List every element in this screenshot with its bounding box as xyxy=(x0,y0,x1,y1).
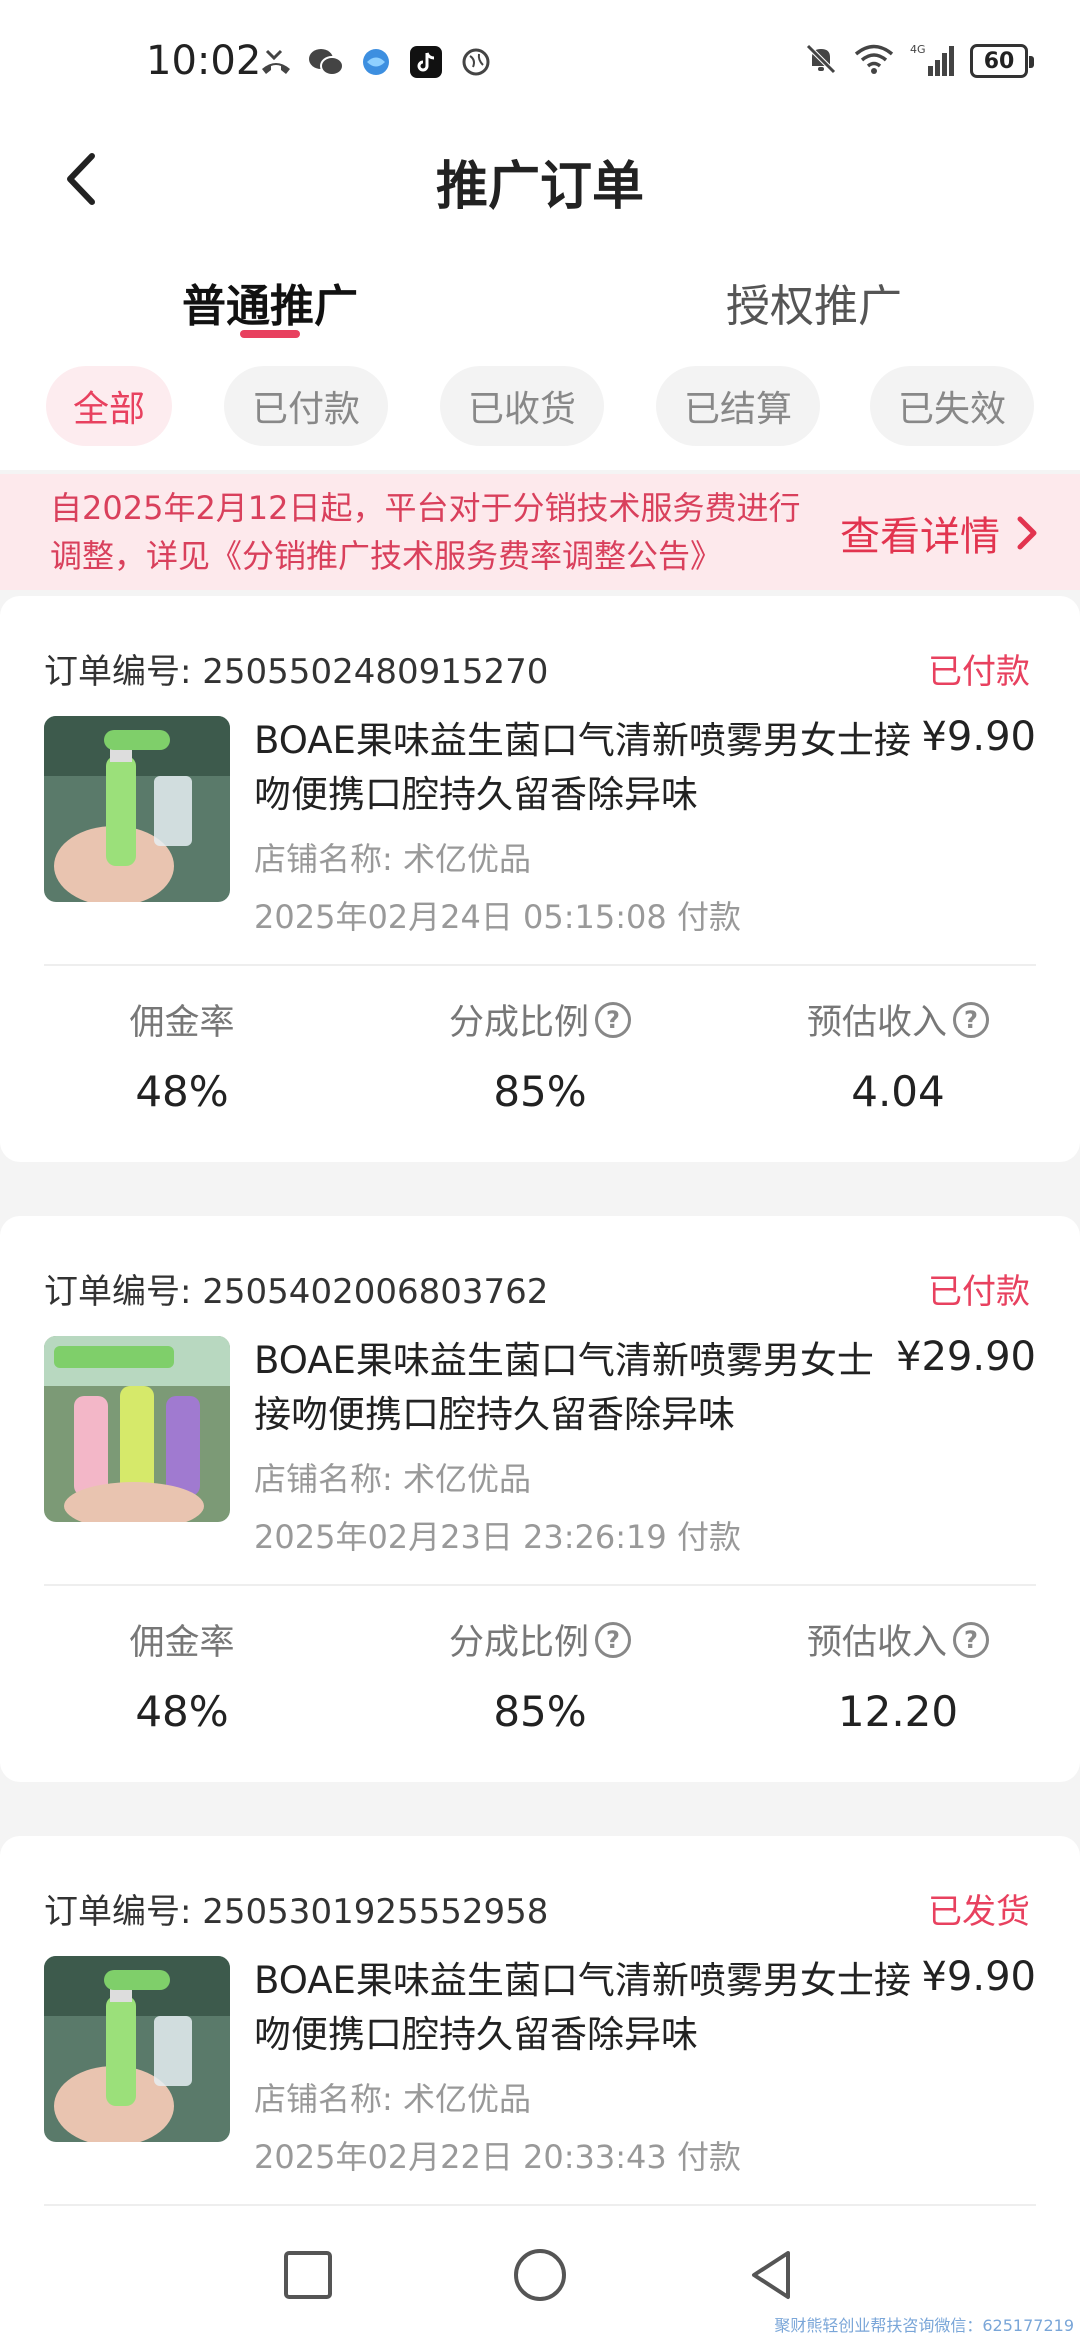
battery-icon: 60 xyxy=(970,44,1034,78)
mute-bell-icon xyxy=(804,42,838,80)
missed-call-icon xyxy=(258,44,294,80)
status-system-icons: 4G 60 xyxy=(804,42,1034,80)
svg-text:4G: 4G xyxy=(910,43,926,56)
help-icon[interactable]: ? xyxy=(953,1621,989,1658)
status-filter-bar: 全部 已付款 已收货 已结算 已失效 xyxy=(0,350,1080,470)
shop-name: 店铺名称: 术亿优品 xyxy=(254,2080,531,2118)
payment-time: 2025年02月24日 05:15:08 付款 xyxy=(254,898,741,936)
order-number: 订单编号: 2505502480915270 xyxy=(44,652,549,692)
view-details-link[interactable]: 查看详情 xyxy=(840,504,1040,562)
globe-icon xyxy=(458,44,494,80)
signal-icon: 4G xyxy=(910,42,954,80)
product-image[interactable] xyxy=(44,716,230,902)
filter-paid[interactable]: 已付款 xyxy=(224,366,388,446)
notice-line-2: 调整，详见《分销推广技术服务费率调整公告》 xyxy=(50,537,723,575)
notice-line-1: 自2025年2月12日起，平台对于分销技术服务费进行 xyxy=(50,489,801,527)
help-icon[interactable]: ? xyxy=(595,1621,631,1658)
filter-settled[interactable]: 已结算 xyxy=(656,366,820,446)
product-image[interactable] xyxy=(44,1336,230,1522)
order-status: 已付款 xyxy=(928,1272,1030,1312)
shop-name: 店铺名称: 术亿优品 xyxy=(254,1460,531,1498)
divider xyxy=(44,964,1036,966)
divider xyxy=(44,2204,1036,2206)
order-status: 已付款 xyxy=(928,652,1030,692)
product-price: ¥29.90 xyxy=(896,1334,1036,1380)
system-navigation-bar: 聚财熊轻创业帮扶咨询微信：625177219 xyxy=(0,2215,1080,2340)
top-bar: 推广订单 xyxy=(0,120,1080,240)
product-price: ¥9.90 xyxy=(921,714,1036,760)
status-bar: 10:02 4G 60 xyxy=(0,0,1080,120)
triangle-back-icon xyxy=(752,2251,790,2299)
wifi-icon xyxy=(854,43,894,79)
browser-icon xyxy=(358,44,394,80)
order-card[interactable]: 订单编号: 2505502480915270 已付款 BOAE果味益生菌口气清新… xyxy=(0,596,1080,1162)
order-card[interactable]: 订单编号: 2505301925552958 已发货 BOAE果味益生菌口气清新… xyxy=(0,1836,1080,2256)
view-details-label: 查看详情 xyxy=(840,514,1000,560)
order-number: 订单编号: 2505402006803762 xyxy=(44,1272,549,1312)
home-button[interactable] xyxy=(510,2245,570,2305)
commission-rate: 佣金率 48% xyxy=(129,1003,235,1116)
order-card[interactable]: 订单编号: 2505402006803762 已付款 BOAE果味益生菌口气清新… xyxy=(0,1216,1080,1782)
status-time: 10:02 xyxy=(146,38,262,84)
active-tab-indicator xyxy=(240,330,300,338)
help-icon[interactable]: ? xyxy=(953,1001,989,1038)
divider xyxy=(44,1584,1036,1586)
status-notification-icons xyxy=(258,44,494,80)
page-title: 推广订单 xyxy=(435,157,644,217)
tab-normal-promotion[interactable]: 普通推广 xyxy=(182,270,358,334)
estimated-income: 预估收入? 12.20 xyxy=(748,1614,1048,1736)
product-name[interactable]: BOAE果味益生菌口气清新喷雾男女士 接吻便携口腔持久留香除异味 xyxy=(254,1334,874,1442)
payment-time: 2025年02月22日 20:33:43 付款 xyxy=(254,2138,741,2176)
filter-received[interactable]: 已收货 xyxy=(440,366,604,446)
filter-all[interactable]: 全部 xyxy=(46,366,172,446)
filter-invalid[interactable]: 已失效 xyxy=(870,366,1034,446)
shop-name: 店铺名称: 术亿优品 xyxy=(254,840,531,878)
circle-icon xyxy=(514,2249,566,2301)
payment-time: 2025年02月23日 23:26:19 付款 xyxy=(254,1518,741,1556)
notice-text: 自2025年2月12日起，平台对于分销技术服务费进行 调整，详见《分销推广技术服… xyxy=(50,484,810,580)
order-number: 订单编号: 2505301925552958 xyxy=(44,1892,549,1932)
watermark: 聚财熊轻创业帮扶咨询微信：625177219 xyxy=(774,2316,1074,2335)
square-icon xyxy=(284,2251,332,2299)
product-name[interactable]: BOAE果味益生菌口气清新喷雾男女士接 吻便携口腔持久留香除异味 xyxy=(254,714,911,822)
commission-rate: 佣金率 48% xyxy=(129,1623,235,1736)
product-name[interactable]: BOAE果味益生菌口气清新喷雾男女士接 吻便携口腔持久留香除异味 xyxy=(254,1954,911,2062)
tiktok-icon xyxy=(408,44,444,80)
tab-authorized-promotion[interactable]: 授权推广 xyxy=(726,270,902,334)
back-nav-button[interactable] xyxy=(742,2245,802,2305)
help-icon[interactable]: ? xyxy=(595,1001,631,1038)
share-ratio: 分成比例? 85% xyxy=(390,1614,690,1736)
product-image[interactable] xyxy=(44,1956,230,2142)
recent-apps-button[interactable] xyxy=(278,2245,338,2305)
product-price: ¥9.90 xyxy=(921,1954,1036,2000)
promotion-tabs: 普通推广 授权推广 xyxy=(0,240,1080,350)
screen: 10:02 4G 60 推广订单 普通推广 授权推广 全部 已付款 已收货 已结… xyxy=(0,0,1080,2340)
estimated-income: 预估收入? 4.04 xyxy=(748,994,1048,1116)
share-ratio: 分成比例? 85% xyxy=(390,994,690,1116)
order-status: 已发货 xyxy=(928,1892,1030,1932)
chevron-right-icon xyxy=(1017,516,1037,550)
wechat-icon xyxy=(308,44,344,80)
fee-notice-banner: 自2025年2月12日起，平台对于分销技术服务费进行 调整，详见《分销推广技术服… xyxy=(0,474,1080,590)
